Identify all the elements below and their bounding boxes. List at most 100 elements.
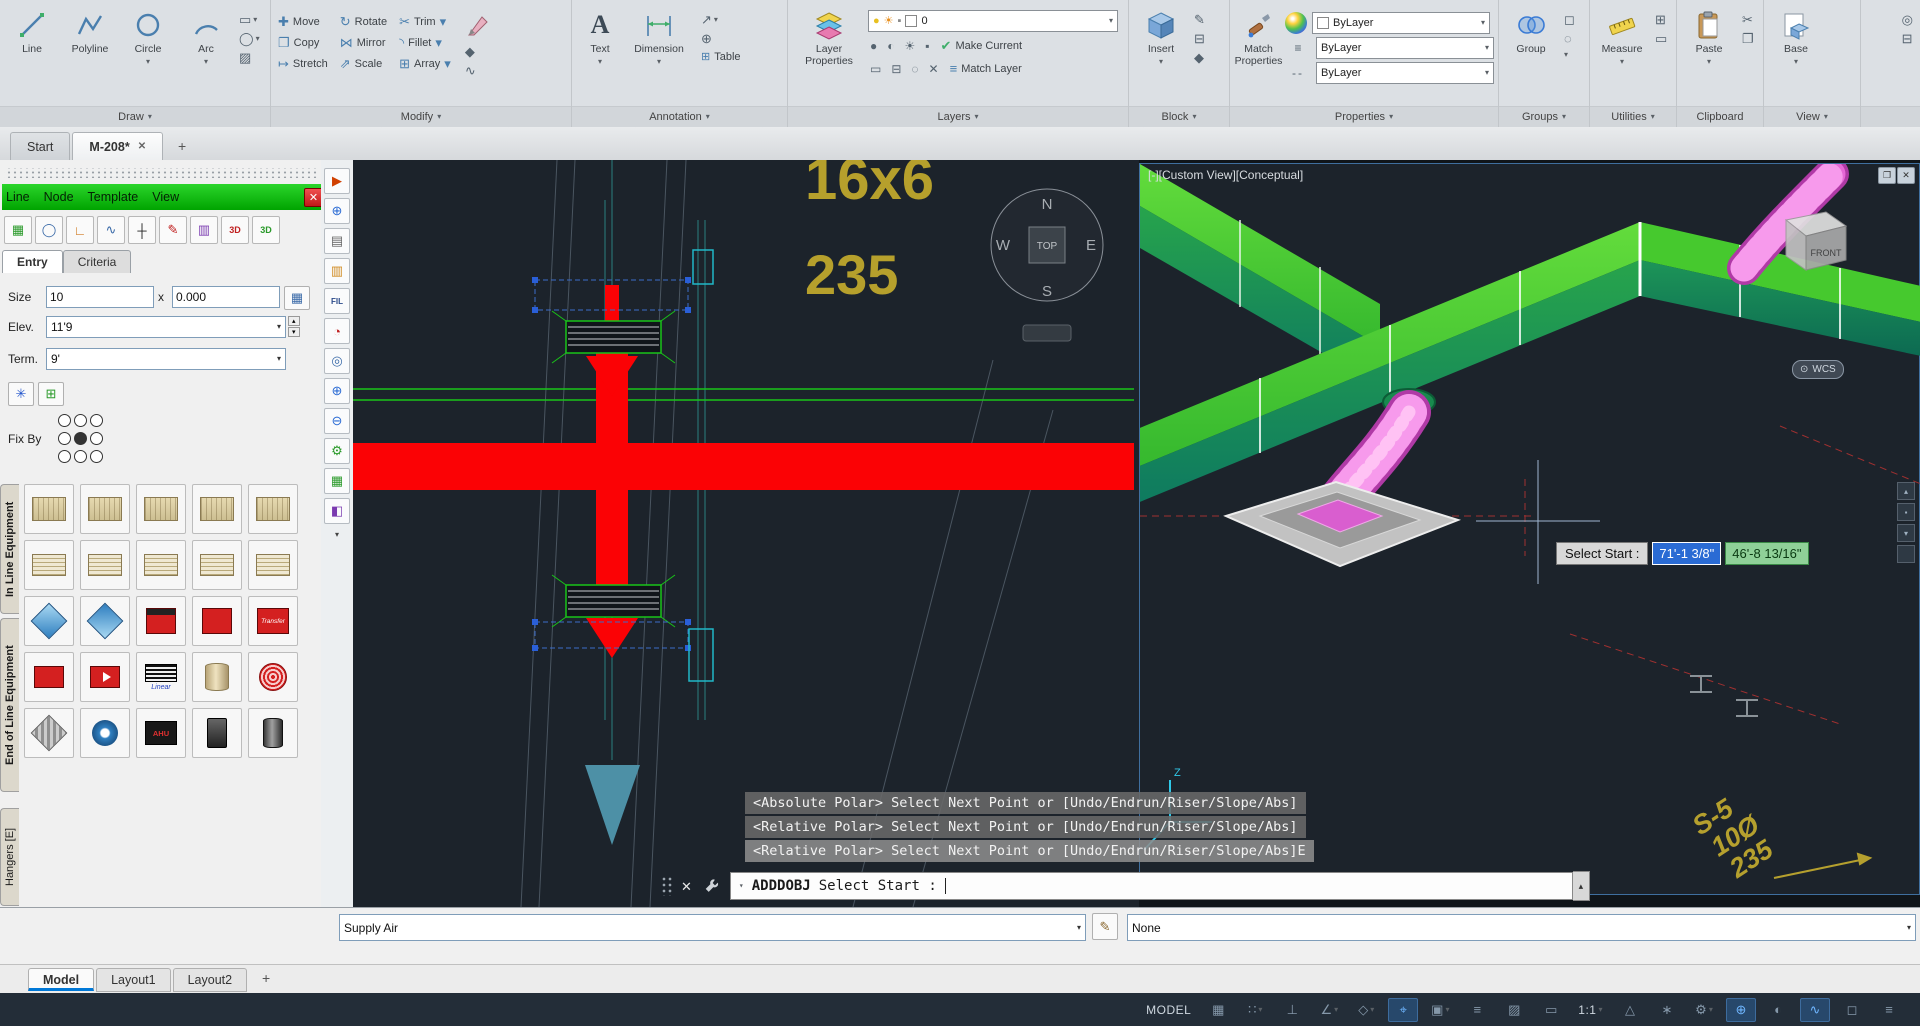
layers-tool-button[interactable]: ▥ [324, 258, 350, 284]
group-edit-button[interactable]: ◌ [1561, 31, 1578, 46]
object-color-dropdown-icon[interactable]: ▾ [1481, 19, 1485, 27]
layer-isolate-button[interactable]: ◐ [885, 39, 896, 53]
viewport-close-button[interactable]: ✕ [1897, 167, 1915, 184]
ellipse-dropdown-icon[interactable]: ▾ [256, 35, 260, 43]
cut-button[interactable]: ✂ [1739, 12, 1757, 27]
equipment-grille-4[interactable] [192, 540, 242, 590]
tee-tool-icon[interactable]: ┼ [128, 216, 156, 244]
define-attributes-button[interactable]: ⊟ [1191, 31, 1208, 46]
create-block-button[interactable]: ◆ [1191, 50, 1208, 65]
measure-button[interactable]: Measure ▾ [1594, 4, 1650, 106]
pointer-tool-button[interactable]: ▶ [324, 168, 350, 194]
equipment-red-box-arrow[interactable] [80, 652, 130, 702]
scroll-mid-button[interactable]: ▪ [1897, 503, 1915, 521]
equipment-grille-2[interactable] [80, 540, 130, 590]
table-button[interactable]: ⊞Table [698, 50, 744, 64]
mirror-button[interactable]: ⋈Mirror [337, 33, 390, 52]
palette-tool-button[interactable]: ◧ [324, 498, 350, 524]
edit-block-button[interactable]: ✎ [1191, 12, 1208, 27]
zoom-out-button[interactable]: ⊖ [324, 408, 350, 434]
graphics-performance-toggle[interactable]: ∿ [1800, 998, 1830, 1022]
ortho-toggle[interactable]: ⊥ [1277, 998, 1307, 1022]
equipment-ahu[interactable]: AHU [136, 708, 186, 758]
toolbar-overflow-icon[interactable]: ▾ [335, 530, 339, 539]
elevation-select[interactable]: 11'9▾ [46, 316, 286, 338]
fillet-dropdown-icon[interactable]: ▾ [435, 36, 442, 49]
rotate-button[interactable]: ↻Rotate [337, 12, 390, 31]
new-tab-button[interactable]: + [171, 135, 193, 157]
grid-display-toggle[interactable]: ▦ [1203, 998, 1233, 1022]
fixby-anchor[interactable] [74, 450, 87, 463]
offset-button[interactable]: ∿ [462, 63, 494, 78]
menu-line[interactable]: Line [6, 190, 30, 204]
equipment-fire-damper-2[interactable] [192, 596, 242, 646]
circle-button[interactable]: Circle ▾ [120, 4, 176, 106]
isodraft-dropdown-icon[interactable]: ▾ [1370, 1006, 1374, 1014]
layer-walk-button[interactable]: ▭ [868, 62, 883, 76]
wcs-indicator[interactable]: ⊙WCS [1792, 360, 1844, 379]
elbow-tool-icon[interactable]: ∟ [66, 216, 94, 244]
size-dialog-button[interactable]: ▦ [284, 286, 310, 310]
block-panel-label[interactable]: Block▾ [1129, 106, 1229, 127]
terminal-select[interactable]: 9'▾ [46, 348, 286, 370]
stack-option-button[interactable]: ⊞ [38, 382, 64, 406]
match-properties-button[interactable]: Match Properties [1234, 4, 1283, 106]
zoom-in-tool-button[interactable]: ⊕ [324, 198, 350, 224]
scale-button[interactable]: ⇗Scale [337, 54, 390, 73]
overflow-tool-button[interactable]: ◎ [1899, 12, 1916, 27]
viewcube[interactable]: FRONT [1786, 212, 1846, 270]
equipment-grille-1[interactable] [24, 540, 74, 590]
autoscale-toggle[interactable]: ∗ [1652, 998, 1682, 1022]
recent-commands-icon[interactable]: ▾ [739, 882, 744, 890]
utilities-panel-label[interactable]: Utilities▾ [1590, 106, 1676, 127]
linetype-select[interactable]: ByLayer ▾ [1316, 62, 1494, 84]
annotation-panel-label[interactable]: Annotation▾ [572, 106, 787, 127]
fixby-anchor[interactable] [58, 414, 71, 427]
centerline-button[interactable]: ⊕ [698, 31, 744, 46]
equipment-humidifier[interactable] [192, 652, 242, 702]
fixby-anchor-selected[interactable] [74, 432, 87, 445]
floor-diffuser[interactable] [1226, 482, 1458, 566]
explode-button[interactable]: ◆ [462, 44, 494, 59]
menu-node[interactable]: Node [44, 190, 74, 204]
arc-button[interactable]: Arc ▾ [178, 4, 234, 106]
quick-calc-button[interactable]: ⊞ [1652, 12, 1670, 27]
fixby-anchor[interactable] [58, 450, 71, 463]
lineweight-toggle[interactable]: ≡ [1462, 998, 1492, 1022]
snowflake-option-button[interactable]: ✳ [8, 382, 34, 406]
lineweight-dropdown-icon[interactable]: ▾ [1485, 44, 1489, 52]
scroll-right-button[interactable] [1897, 545, 1915, 563]
annotation-visibility-toggle[interactable]: △ [1615, 998, 1645, 1022]
move-button[interactable]: ✚Move [275, 12, 331, 31]
paste-button[interactable]: Paste ▾ [1681, 4, 1737, 106]
color-wheel-icon[interactable] [1285, 12, 1307, 34]
new-layout-button[interactable]: + [255, 967, 277, 989]
equipment-damper-1[interactable] [24, 596, 74, 646]
trim-button[interactable]: ✂Trim▾ [396, 12, 454, 31]
workspace-switching-button[interactable]: ⚙▾ [1689, 998, 1719, 1022]
osnap-tracking-toggle[interactable]: ⌖ [1388, 998, 1418, 1022]
size-offset-input[interactable] [172, 286, 280, 308]
workspace-dropdown-icon[interactable]: ▾ [1709, 1006, 1713, 1014]
fixby-anchor[interactable] [90, 414, 103, 427]
quick-select-button[interactable]: ▭ [1652, 31, 1670, 46]
annotation-monitor-toggle[interactable]: ⊕ [1726, 998, 1756, 1022]
viewport-controls-label[interactable]: [-][Custom View][Conceptual] [1148, 168, 1303, 182]
object-color-select[interactable]: ByLayer ▾ [1312, 12, 1490, 34]
layer-freeze-button[interactable]: ☀ [903, 39, 918, 53]
equipment-vav-box-4[interactable] [192, 484, 242, 534]
fixby-anchor[interactable] [90, 432, 103, 445]
dimension-button[interactable]: Dimension ▾ [626, 4, 692, 106]
filter-tool-button[interactable]: FIL [324, 288, 350, 314]
filter-select[interactable]: None▾ [1127, 914, 1916, 941]
tab-model[interactable]: Model [28, 968, 94, 991]
fixby-anchor[interactable] [58, 432, 71, 445]
base-view-dropdown-icon[interactable]: ▾ [1794, 58, 1798, 66]
command-input[interactable]: ▾ ADDDOBJ Select Start : [730, 872, 1573, 900]
viewport-3d[interactable]: FRONT S-5 10Ø 235 [1139, 163, 1920, 895]
view-tool-button[interactable]: ◎ [324, 348, 350, 374]
snap-dropdown-icon[interactable]: ▾ [1258, 1006, 1262, 1014]
stretch-button[interactable]: ↦Stretch [275, 54, 331, 73]
fixby-anchor[interactable] [74, 414, 87, 427]
isolate-objects-button[interactable]: ◐ [1763, 998, 1793, 1022]
